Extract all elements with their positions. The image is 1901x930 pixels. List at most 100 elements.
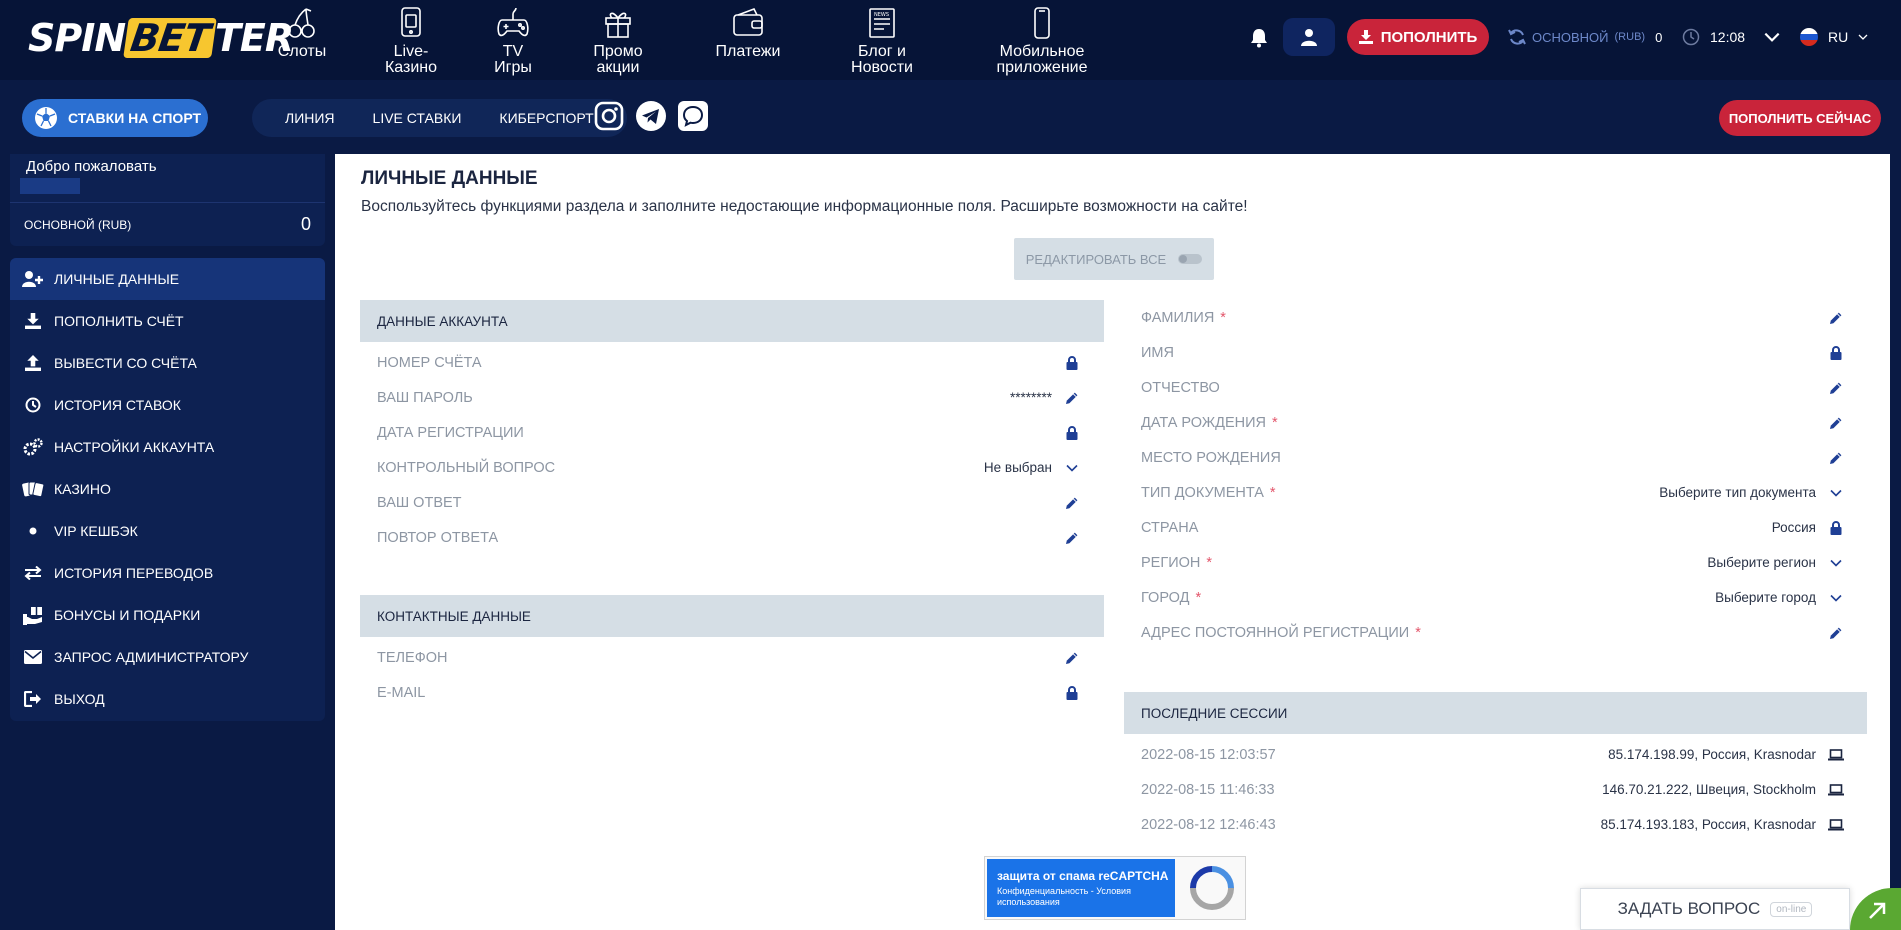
nav-label: Платежи [715,43,781,60]
account-row[interactable]: ПОВТОР ОТВЕТА [360,520,1080,555]
sidebar-item-vip-cashback[interactable]: VIP КЕШБЭК [10,510,325,552]
instagram-icon[interactable] [593,100,625,132]
contact-row[interactable]: E-MAIL [360,675,1080,710]
field-label: E-MAIL [377,684,426,701]
field-value[interactable]: Выберите город [1715,590,1816,605]
personal-row[interactable]: ДАТА РОЖДЕНИЯ * [1124,405,1844,440]
history-icon [25,397,41,413]
section-account-heading: ДАННЫЕ АККАУНТА [360,300,1104,342]
toggle-switch[interactable] [1178,254,1203,264]
field-label: КОНТРОЛЬНЫЙ ВОПРОС [377,459,556,476]
personal-row[interactable]: АДРЕС ПОСТОЯННОЙ РЕГИСТРАЦИИ * [1124,615,1844,650]
account-row[interactable]: КОНТРОЛЬНЫЙ ВОПРОС Не выбран [360,450,1080,485]
nav-live-casino[interactable]: Live- Казино [354,0,468,80]
ask-question-widget[interactable]: ЗАДАТЬ ВОПРОС on-line [1580,888,1850,930]
balance-label: ОСНОВНОЙ [1532,29,1609,45]
sidebar-item-transfer-history[interactable]: ИСТОРИЯ ПЕРЕВОДОВ [10,552,325,594]
telegram-icon[interactable] [635,100,667,132]
pencil-icon[interactable] [1064,650,1080,666]
personal-row[interactable]: ГОРОД * Выберите город [1124,580,1844,615]
sidebar-item-withdraw[interactable]: ВЫВЕСТИ СО СЧЁТА [10,342,325,384]
chevron-down-icon [1858,34,1868,40]
recaptcha-links[interactable]: Конфиденциальность - Условия использован… [997,886,1175,908]
chevron-down-icon[interactable] [1828,590,1844,606]
nav-payments[interactable]: Платежи [678,0,818,80]
edit-all-toggle[interactable]: РЕДАКТИРОВАТЬ ВСЕ [1014,238,1214,280]
sports-betting-button[interactable]: СТАВКИ НА СПОРТ [22,99,208,137]
sidebar-item-bet-history[interactable]: ИСТОРИЯ СТАВОК [10,384,325,426]
pencil-icon[interactable] [1828,310,1844,326]
user-profile-button[interactable] [1283,18,1335,56]
recaptcha-badge[interactable]: защита от спама reCAPTCHA Конфиденциальн… [984,856,1246,920]
balance-indicator[interactable]: ОСНОВНОЙ (RUB) 0 [1508,28,1662,46]
personal-row[interactable]: ИМЯ [1124,335,1844,370]
soccer-ball-icon [35,107,57,129]
account-row[interactable]: НОМЕР СЧЁТА [360,345,1080,380]
personal-row[interactable]: ФАМИЛИЯ * [1124,300,1844,335]
field-value[interactable]: Выберите регион [1707,555,1816,570]
chat-bubble-icon[interactable] [677,100,709,132]
field-label: ИМЯ [1141,344,1174,361]
link-live-bets[interactable]: LIVE СТАВКИ [354,110,481,126]
chevron-down-icon[interactable] [1064,460,1080,476]
field-value[interactable]: Выберите тип документа [1659,485,1816,500]
sidebar-item-personal-data[interactable]: ЛИЧНЫЕ ДАННЫЕ [10,258,325,300]
nav-blog[interactable]: NEWS Блог и Новости [818,0,946,80]
sidebar-item-deposit[interactable]: ПОПОЛНИТЬ СЧЁТ [10,300,325,342]
account-row[interactable]: ВАШ ПАРОЛЬ ******** [360,380,1080,415]
deposit-button[interactable]: ПОПОЛНИТЬ [1347,19,1489,55]
nav-label: Live- Казино [384,43,438,76]
session-row: 2022-08-15 11:46:33 146.70.21.222, Швеция… [1124,772,1844,807]
account-row[interactable]: ДАТА РЕГИСТРАЦИИ [360,415,1080,450]
laptop-icon [1828,747,1844,763]
link-line[interactable]: ЛИНИЯ [266,110,354,126]
nav-mobile-app[interactable]: Мобильное приложение [946,0,1138,80]
contact-row[interactable]: ТЕЛЕФОН [360,640,1080,675]
pencil-icon[interactable] [1064,530,1080,546]
chevron-down-icon[interactable] [1828,555,1844,571]
personal-row[interactable]: МЕСТО РОЖДЕНИЯ [1124,440,1844,475]
pencil-icon[interactable] [1828,625,1844,641]
required-marker: * [1269,484,1276,501]
deposit-now-button[interactable]: ПОПОЛНИТЬ СЕЙЧАС [1719,100,1881,136]
nav-slots[interactable]: Слоты [250,0,354,80]
field-value[interactable]: Не выбран [984,460,1052,475]
nav-label: Слоты [277,43,327,60]
language-selector[interactable]: RU [1800,28,1868,46]
personal-row[interactable]: ОТЧЕСТВО [1124,370,1844,405]
sidebar-item-admin-request[interactable]: ЗАПРОС АДМИНИСТРАТОРУ [10,636,325,678]
chevron-down-icon[interactable] [1763,32,1781,42]
lock-icon [1828,520,1844,536]
field-label: ТИП ДОКУМЕНТА * [1141,484,1276,501]
pencil-icon[interactable] [1828,380,1844,396]
personal-row[interactable]: СТРАНА Россия [1124,510,1844,545]
bell-icon[interactable] [1250,28,1268,48]
sidebar-item-casino[interactable]: КАЗИНО [10,468,325,510]
sidebar-balance-label: ОСНОВНОЙ (RUB) [24,218,132,232]
chevron-down-icon[interactable] [1828,485,1844,501]
sports-betting-label: СТАВКИ НА СПОРТ [68,110,202,126]
required-marker: * [1220,309,1226,326]
pencil-icon[interactable] [1064,390,1080,406]
pencil-icon[interactable] [1828,415,1844,431]
sidebar-item-bonuses[interactable]: БОНУСЫ И ПОДАРКИ [10,594,325,636]
sidebar-item-account-settings[interactable]: НАСТРОЙКИ АККАУНТА [10,426,325,468]
field-label: СТРАНА [1141,519,1199,536]
nav-promo[interactable]: Промо акции [558,0,678,80]
nav-label: Блог и Новости [851,43,913,76]
pencil-icon[interactable] [1064,495,1080,511]
field-label: НОМЕР СЧЁТА [377,354,482,371]
page-title: ЛИЧНЫЕ ДАННЫЕ [361,168,538,189]
sidebar-item-logout[interactable]: ВЫХОД [10,678,325,720]
pencil-icon[interactable] [1828,450,1844,466]
lock-icon [1064,355,1080,371]
welcome-text: Добро пожаловать [26,158,157,175]
personal-row[interactable]: ТИП ДОКУМЕНТА * Выберите тип документа [1124,475,1844,510]
gift-hand-icon [23,607,42,625]
refresh-icon[interactable] [1508,28,1526,46]
nav-tv-games[interactable]: TV Игры [468,0,558,80]
account-row[interactable]: ВАШ ОТВЕТ [360,485,1080,520]
laptop-icon [1828,817,1844,833]
divider [10,202,325,203]
personal-row[interactable]: РЕГИОН * Выберите регион [1124,545,1844,580]
